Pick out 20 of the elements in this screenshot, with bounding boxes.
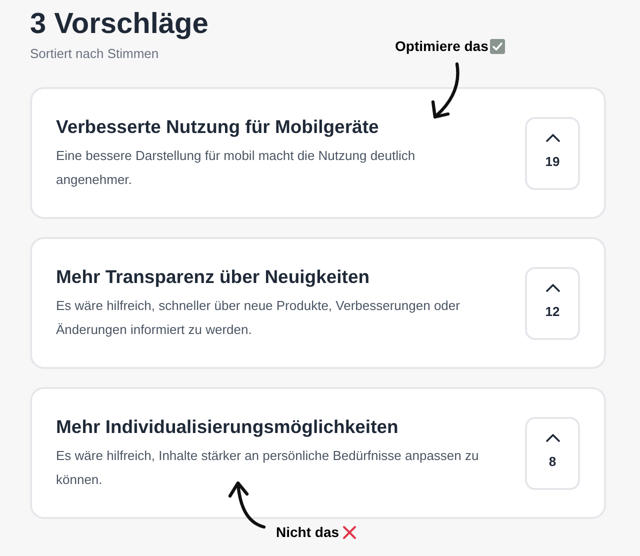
suggestion-title: Verbesserte Nutzung für Mobilgeräte xyxy=(56,115,380,139)
suggestion-description: Es wäre hilfreich, schneller über neue Produkte, Verbesserungen oder Änderungen informiert zu werden. xyxy=(56,297,461,339)
annotation-label: Optimiere das xyxy=(395,37,488,56)
curved-arrow-icon xyxy=(430,62,462,120)
suggestion-title: Mehr Transparenz über Neuigkeiten xyxy=(56,265,371,289)
page-subtitle: Sortiert nach Stimmen xyxy=(30,46,159,61)
chevron-up-icon xyxy=(546,284,560,292)
upvote-button[interactable]: 8 xyxy=(525,416,580,490)
suggestion-title: Mehr Individualisierungsmöglichkeiten xyxy=(56,415,400,439)
cross-icon xyxy=(342,525,358,540)
chevron-up-icon xyxy=(546,134,560,142)
annotation-label: Nicht das xyxy=(276,523,340,542)
chevron-up-icon xyxy=(546,434,560,442)
upvote-button[interactable]: 19 xyxy=(525,116,580,190)
checkmark-icon xyxy=(490,39,506,54)
suggestion-description: Eine bessere Darstellung für mobil macht die Nutzung deutlich angenehmer. xyxy=(56,147,416,189)
suggestion-description: Es wäre hilfreich, Inhalte stärker an persönliche Bedürfnisse anpassen zu können. xyxy=(56,447,480,489)
upvote-button[interactable]: 12 xyxy=(525,266,580,340)
page-title: 3 Vorschläge xyxy=(30,7,208,42)
curved-arrow-icon xyxy=(228,480,268,530)
